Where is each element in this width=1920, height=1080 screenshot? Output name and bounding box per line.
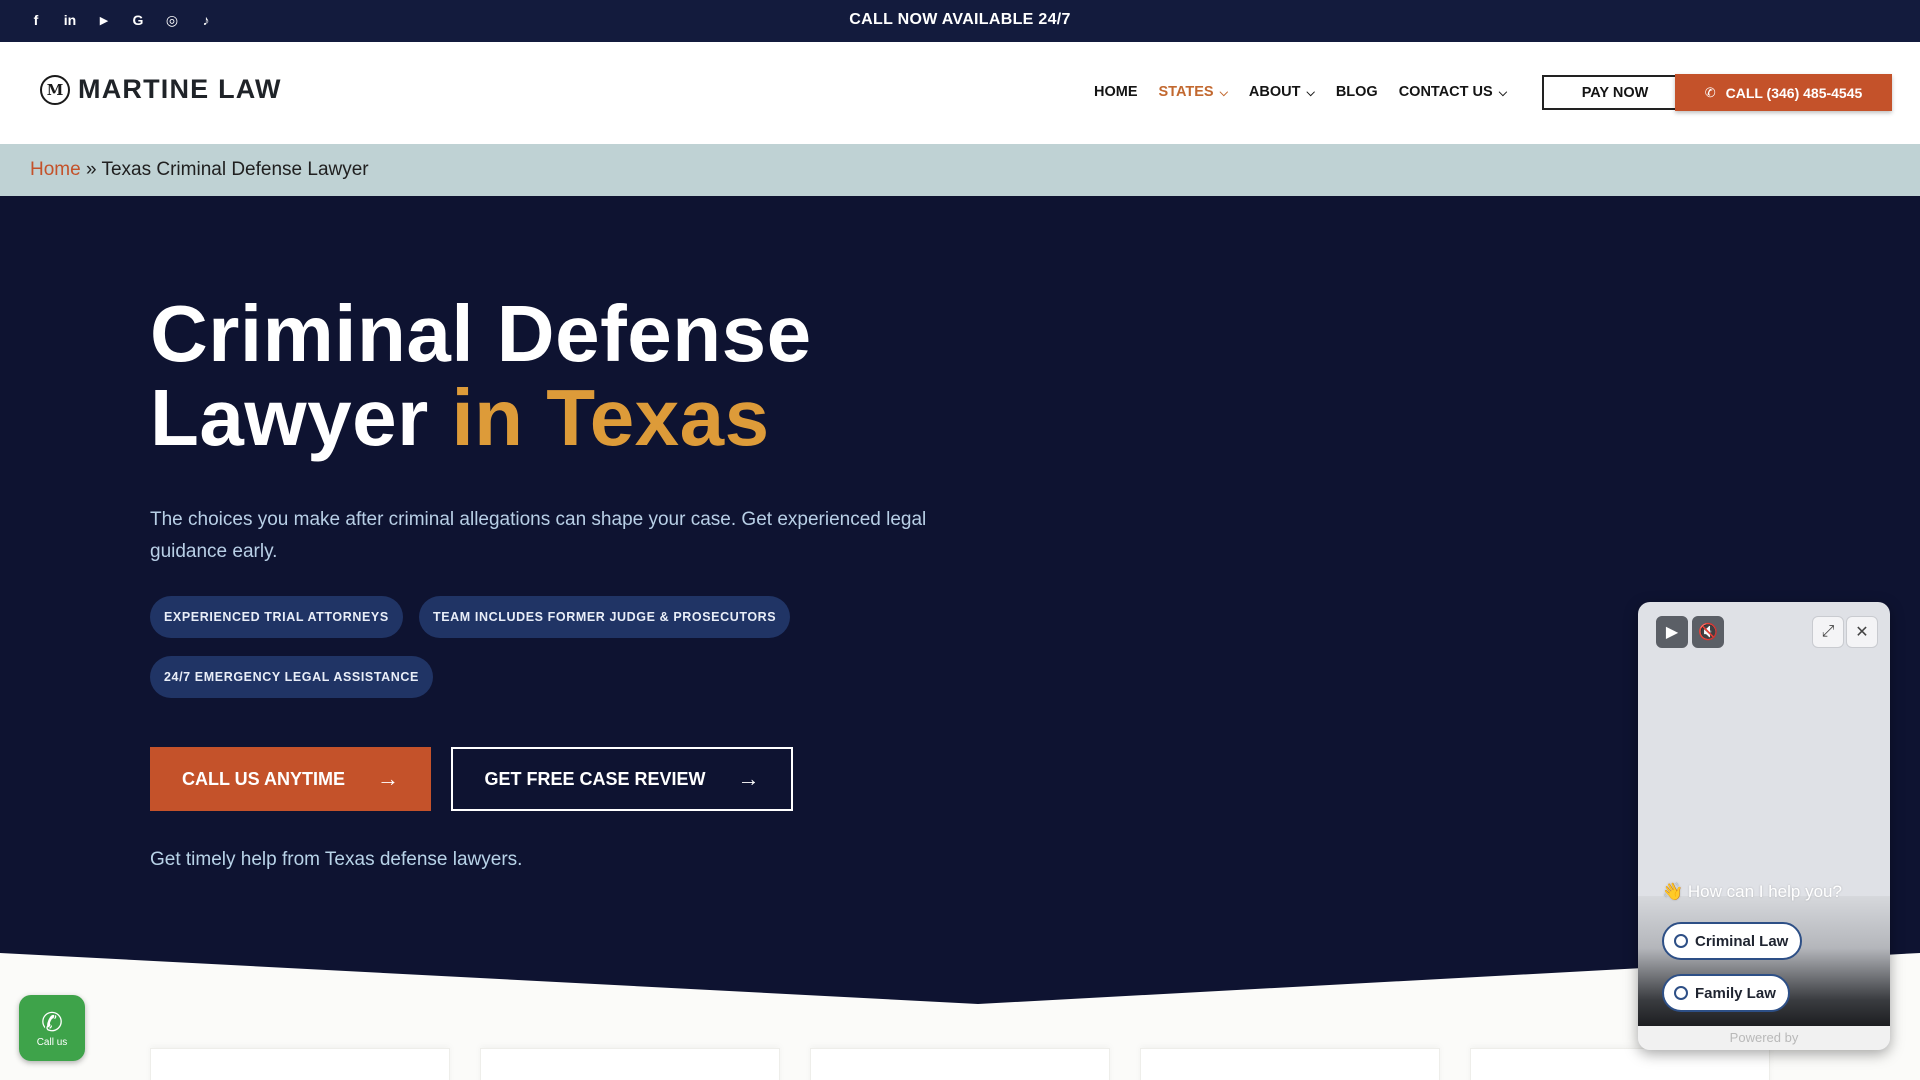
chat-option-family-law[interactable]: Family Law: [1662, 974, 1790, 1012]
breadcrumb-separator: »: [80, 159, 102, 180]
nav-item-states[interactable]: STATES ⌵: [1159, 84, 1228, 100]
phone-icon: ✆: [1704, 84, 1716, 100]
main-nav: HOME STATES ⌵ ABOUT ⌵ BLOG CONTACT US ⌵: [1094, 84, 1528, 100]
chat-option-criminal-law[interactable]: Criminal Law: [1662, 922, 1803, 960]
chevron-down-icon: ⌵: [1498, 86, 1508, 99]
nav-label: HOME: [1094, 84, 1138, 100]
feature-card: [1470, 1048, 1770, 1080]
nav-label: STATES: [1158, 84, 1214, 100]
expand-icon[interactable]: ⤢: [1812, 616, 1844, 648]
call-us-anytime-button[interactable]: CALL US ANYTIME →: [150, 747, 431, 811]
feature-card: [150, 1048, 450, 1080]
hero-section: Criminal Defense Lawyer in Texas The cho…: [0, 196, 1920, 1006]
badge-emergency-assistance: 24/7 EMERGENCY LEGAL ASSISTANCE: [150, 656, 433, 698]
breadcrumb-current: Texas Criminal Defense Lawyer: [101, 159, 369, 180]
page-title: Criminal Defense Lawyer in Texas: [150, 292, 812, 460]
nav-label: CONTACT US: [1398, 84, 1493, 100]
nav-item-home[interactable]: HOME: [1094, 84, 1138, 100]
title-line-2: Lawyer: [150, 373, 452, 462]
top-bar-text: CALL NOW AVAILABLE 24/7: [849, 11, 1071, 28]
chat-option-label: Criminal Law: [1695, 932, 1789, 950]
nav-item-contact-us[interactable]: CONTACT US ⌵: [1399, 84, 1507, 100]
call-button-label: CALL (346) 485-4545: [1725, 84, 1863, 101]
phone-icon: ✆: [41, 1006, 63, 1037]
radio-icon: [1674, 934, 1688, 948]
title-line-1: Criminal Defense: [150, 289, 812, 378]
badge-trial-attorneys: EXPERIENCED TRIAL ATTORNEYS: [150, 596, 403, 638]
badge-former-judge: TEAM INCLUDES FORMER JUDGE & PROSECUTORS: [419, 596, 791, 638]
site-header: M MARTINE LAW HOME STATES ⌵ ABOUT ⌵ BLOG C…: [0, 42, 1920, 144]
title-accent: in Texas: [451, 373, 770, 462]
arrow-right-icon: →: [737, 766, 760, 791]
chat-widget: ▶ 🔇 ⤢ ✕ 👋 How can I help you? Criminal L…: [1638, 602, 1890, 1050]
arrow-right-icon: →: [377, 766, 399, 791]
hero-subtext: Get timely help from Texas defense lawye…: [150, 849, 523, 870]
chat-powered-by: Powered by: [1638, 1026, 1890, 1050]
call-button[interactable]: ✆ CALL (346) 485-4545: [1675, 74, 1892, 111]
breadcrumb: Home » Texas Criminal Defense Lawyer: [0, 144, 1920, 196]
chat-option-label: Family Law: [1695, 984, 1776, 1002]
feature-card: [480, 1048, 780, 1080]
free-case-review-button[interactable]: GET FREE CASE REVIEW →: [451, 747, 793, 811]
breadcrumb-home-link[interactable]: Home: [30, 159, 81, 180]
chat-prompt: 👋 How can I help you?: [1662, 882, 1842, 901]
play-icon[interactable]: ▶: [1656, 616, 1688, 648]
cta-primary-label: CALL US ANYTIME: [181, 768, 345, 789]
cta-secondary-label: GET FREE CASE REVIEW: [484, 768, 706, 789]
pay-now-button[interactable]: PAY NOW: [1542, 75, 1688, 110]
nav-label: ABOUT: [1248, 84, 1301, 100]
logo-mark-icon: M: [40, 74, 70, 105]
chevron-down-icon: ⌵: [1219, 86, 1228, 99]
logo-text: MARTINE LAW: [78, 74, 282, 104]
chevron-down-icon: ⌵: [1306, 86, 1315, 99]
call-us-floating-button[interactable]: ✆ Call us: [19, 995, 85, 1061]
feature-card: [810, 1048, 1110, 1080]
logo[interactable]: M MARTINE LAW: [40, 74, 282, 105]
hero-description: The choices you make after criminal alle…: [150, 509, 927, 562]
top-bar: f in ▶ G ◎ ♪ CALL NOW AVAILABLE 24/7: [0, 0, 1920, 42]
nav-label: BLOG: [1335, 84, 1378, 100]
nav-item-blog[interactable]: BLOG: [1336, 84, 1378, 100]
nav-item-about[interactable]: ABOUT ⌵: [1249, 84, 1315, 100]
call-us-label: Call us: [36, 1036, 68, 1048]
feature-card: [1140, 1048, 1440, 1080]
mute-icon[interactable]: 🔇: [1692, 616, 1724, 648]
radio-icon: [1674, 986, 1688, 1000]
close-icon[interactable]: ✕: [1846, 616, 1878, 648]
